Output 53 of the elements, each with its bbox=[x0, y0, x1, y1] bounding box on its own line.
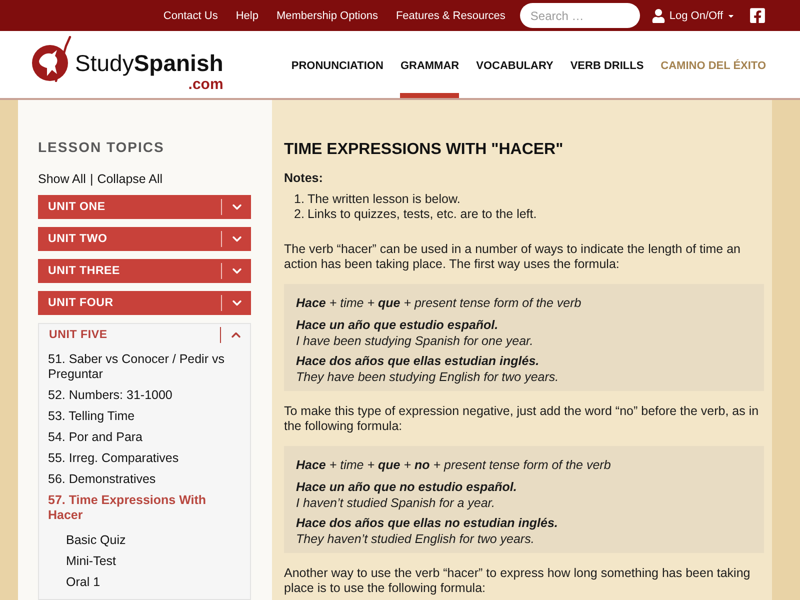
formula-text: Hace + time + que + present tense form of the verb bbox=[296, 295, 582, 311]
top-nav-link[interactable]: Membership Options bbox=[276, 8, 378, 22]
notes-label: Notes: bbox=[284, 171, 324, 186]
top-nav-link[interactable]: Help bbox=[236, 8, 258, 22]
unit-header[interactable]: UNIT THREE bbox=[38, 259, 251, 283]
top-nav-link[interactable]: Contact Us bbox=[163, 8, 218, 22]
nav-tab[interactable]: CAMINO DEL ÉXITO bbox=[660, 59, 766, 98]
lesson-link[interactable]: 53. Telling Time bbox=[48, 406, 232, 427]
unit-header[interactable]: UNIT FOUR bbox=[38, 291, 251, 315]
nav-tab[interactable]: VOCABULARY bbox=[476, 59, 554, 98]
collapse-all-link[interactable]: Collapse All bbox=[97, 171, 163, 187]
note-text: The written lesson is below. bbox=[307, 192, 460, 207]
nav-tab[interactable]: VERB DRILLS bbox=[570, 59, 644, 98]
lesson-link[interactable]: 55. Irreg. Comparatives bbox=[48, 448, 232, 469]
quiz-link[interactable]: Basic Quiz bbox=[66, 530, 232, 551]
list-number: 2. bbox=[294, 207, 304, 222]
english-translation: They have been studying English for two years. bbox=[296, 369, 560, 385]
logo-text[interactable]: StudySpanish bbox=[75, 50, 224, 76]
spanish-example: Hace dos años que ellas estudian inglés. bbox=[296, 353, 540, 369]
spanish-example: Hace dos años que ellas no estudian inglés. bbox=[296, 515, 559, 531]
spanish-example: Hace un año que estudio español. bbox=[296, 317, 500, 333]
unit-header[interactable]: UNIT ONE bbox=[38, 195, 251, 219]
lesson-link[interactable]: 52. Numbers: 31-1000 bbox=[48, 385, 232, 406]
show-all-link[interactable]: Show All bbox=[38, 171, 86, 187]
top-nav-link[interactable]: Features & Resources bbox=[396, 8, 506, 22]
english-translation: They haven’t studied English for two years. bbox=[296, 531, 536, 547]
facebook-icon[interactable] bbox=[749, 7, 766, 24]
lesson-title: TIME EXPRESSIONS WITH "HACER" bbox=[284, 140, 564, 160]
lesson-paragraph: Another way to use the verb “hacer” to express how long something has been taking place is to use the following formula: bbox=[284, 566, 752, 596]
quiz-link[interactable]: Oral 1 bbox=[66, 572, 232, 593]
note-text: Links to quizzes, tests, etc. are to the left. bbox=[307, 207, 537, 222]
search-field[interactable]: Search … bbox=[520, 3, 640, 28]
logo-domain: .com bbox=[188, 78, 224, 92]
lesson-paragraph: To make this type of expression negative, just add the word “no” before the verb, as in the following formula: bbox=[284, 404, 760, 434]
english-translation: I have been studying Spanish for one year. bbox=[296, 333, 534, 349]
lesson-link[interactable]: 51. Saber vs Conocer / Pedir vs Preguntar bbox=[48, 349, 232, 385]
lesson-link[interactable]: 57. Time Expressions With Hacer bbox=[48, 490, 232, 526]
english-translation: I haven’t studied Spanish for a year. bbox=[296, 495, 496, 511]
spanish-example: Hace un año que no estudio español. bbox=[296, 479, 518, 495]
formula-text: Hace + time + que + no + present tense form of the verb bbox=[296, 457, 612, 473]
user-icon bbox=[652, 8, 666, 22]
sidebar-title: LESSON TOPICS bbox=[38, 138, 166, 156]
lesson-paragraph: The verb “hacer” can be used in a number of ways to indicate the length of time an action has been taking place. The first way uses the formula: bbox=[284, 242, 742, 272]
logo-icon bbox=[32, 36, 72, 82]
unit-header[interactable]: UNIT FIVE bbox=[39, 324, 250, 346]
login-menu[interactable]: Log On/Off bbox=[652, 8, 735, 22]
unit-header[interactable]: UNIT TWO bbox=[38, 227, 251, 251]
lesson-link[interactable]: 56. Demonstratives bbox=[48, 469, 232, 490]
nav-tab[interactable]: PRONUNCIATION bbox=[291, 59, 384, 98]
lesson-link[interactable]: 54. Por and Para bbox=[48, 427, 232, 448]
link-separator: | bbox=[90, 171, 94, 187]
list-number: 1. bbox=[294, 192, 304, 207]
quiz-link[interactable]: Mini-Test bbox=[66, 551, 232, 572]
